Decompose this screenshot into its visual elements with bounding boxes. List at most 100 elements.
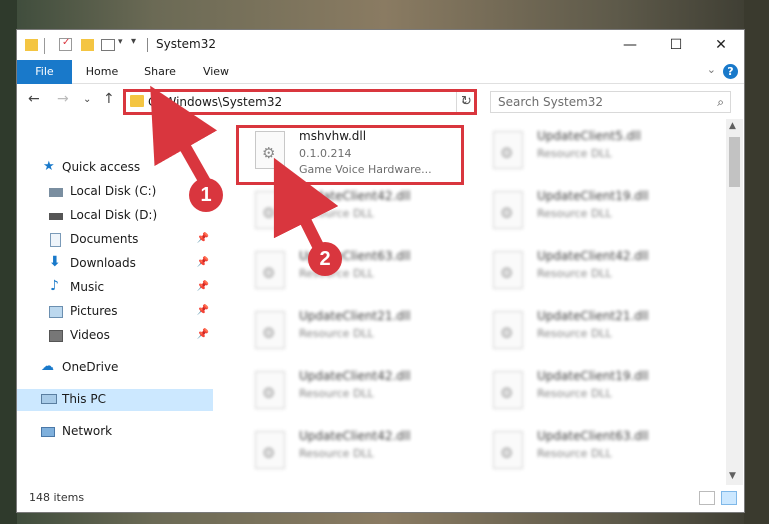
tab-share[interactable]: Share [135,60,185,84]
search-icon: ⌕ [717,95,724,109]
file-name: UpdateClient42.dll [299,369,411,383]
search-input[interactable]: Search System32 [498,95,603,109]
sidebar-item-label: Local Disk (C:) [70,184,157,198]
file-type: Resource DLL [299,387,374,400]
sidebar-item-label: This PC [62,392,106,406]
dll-file-icon: ⚙ [255,251,285,289]
sidebar-item-local-disk-d[interactable]: Local Disk (D:) [17,205,213,227]
sidebar-item-label: Downloads [70,256,136,270]
sidebar-item-label: Network [62,424,113,438]
tab-file[interactable]: File [17,60,72,84]
sidebar-item-network[interactable]: Network [17,421,213,443]
dll-file-icon: ⚙ [493,191,523,229]
gear-icon: ⚙ [500,264,514,282]
pin-icon: 📌 [196,257,209,268]
sidebar-item-pictures[interactable]: Pictures 📌 [17,301,213,323]
drive-icon [49,188,63,197]
file-name: UpdateClient21.dll [537,309,649,323]
list-item[interactable]: ⚙ UpdateClient19.dll Resource DLL [475,365,705,423]
file-name: UpdateClient42.dll [537,249,649,263]
tab-view[interactable]: View [191,60,241,84]
search-box[interactable]: Search System32 ⌕ [490,91,731,113]
title-bar: ✓ ▾ ▾ System32 — ☐ ✕ [17,30,744,60]
list-item[interactable]: ⚙ UpdateClient5.dll Resource DLL [475,125,705,183]
gear-icon: ⚙ [500,204,514,222]
properties-icon[interactable]: ✓ [59,37,72,51]
tab-home[interactable]: Home [77,60,127,84]
dll-file-icon: ⚙ [493,311,523,349]
back-icon[interactable]: ← [28,91,40,107]
dll-file-icon: ⚙ [255,311,285,349]
help-icon[interactable]: ? [723,64,738,79]
vertical-scrollbar[interactable]: ▲ ▼ [726,119,743,485]
status-bar: 148 items [17,485,744,512]
dll-file-icon: ⚙ [255,431,285,469]
list-item[interactable]: ⚙ UpdateClient42.dll Resource DLL [237,365,467,423]
dll-file-icon: ⚙ [255,371,285,409]
file-type: Resource DLL [537,267,612,280]
gear-icon: ⚙ [500,444,514,462]
file-type: Resource DLL [299,447,374,460]
file-type: Resource DLL [537,447,612,460]
quick-access-dropdown-icon[interactable]: ▾ [118,37,123,53]
list-item[interactable]: ⚙ UpdateClient42.dll Resource DLL [475,245,705,303]
scroll-up-icon[interactable]: ▲ [729,121,736,131]
forward-icon[interactable]: → [57,91,69,107]
star-icon: ★ [43,159,55,174]
dropdown-arrow-icon[interactable]: ▾ [131,36,136,52]
file-name: UpdateClient42.dll [299,429,411,443]
file-name: UpdateClient42.dll [299,189,411,203]
gear-icon: ⚙ [500,384,514,402]
maximize-button[interactable]: ☐ [653,30,699,60]
gear-icon: ⚙ [262,204,276,222]
sidebar-item-label: Quick access [62,160,141,174]
large-icons-view-icon[interactable] [721,491,737,505]
scrollbar-thumb[interactable] [729,137,740,187]
sidebar-item-videos[interactable]: Videos 📌 [17,325,213,347]
dll-file-icon: ⚙ [493,251,523,289]
list-item[interactable]: ⚙ UpdateClient19.dll Resource DLL [475,185,705,243]
step-2-badge: 2 [308,242,342,276]
desktop-background [0,0,17,524]
minimize-button[interactable]: — [607,30,653,60]
gear-icon: ⚙ [262,264,276,282]
list-item[interactable]: ⚙ UpdateClient63.dll Resource DLL [475,425,705,483]
step-1-badge: 1 [189,178,223,212]
scroll-down-icon[interactable]: ▼ [729,471,736,481]
recent-locations-icon[interactable]: ⌄ [83,94,91,105]
address-row: ← → ⌄ ↑ C:\Windows\System32 ⌄ ↻ Search S… [17,85,744,119]
file-type: Resource DLL [537,207,612,220]
dll-file-icon: ⚙ [255,191,285,229]
close-button[interactable]: ✕ [698,30,744,60]
customize-icon[interactable] [101,39,115,51]
sidebar-item-quick-access[interactable]: ★ Quick access [17,157,213,179]
list-item[interactable]: ⚙ UpdateClient21.dll Resource DLL [237,305,467,363]
sidebar-item-music[interactable]: ♪ Music 📌 [17,277,213,299]
expand-ribbon-icon[interactable]: ⌄ [707,63,716,76]
dll-file-icon: ⚙ [493,131,523,169]
sidebar-item-documents[interactable]: Documents 📌 [17,229,213,251]
sidebar-item-label: Pictures [70,304,118,318]
new-folder-icon[interactable] [81,39,94,51]
sidebar-item-downloads[interactable]: ⬇ Downloads 📌 [17,253,213,275]
window-title: System32 [156,37,217,51]
file-name: UpdateClient21.dll [299,309,411,323]
file-name: UpdateClient19.dll [537,189,649,203]
list-item[interactable]: ⚙ UpdateClient63.dll Resource DLL [237,245,467,303]
list-item[interactable]: ⚙ UpdateClient42.dll Resource DLL [237,185,467,243]
folder-icon [25,39,38,51]
list-item[interactable]: ⚙ UpdateClient21.dll Resource DLL [475,305,705,363]
sidebar-item-this-pc[interactable]: This PC [17,389,213,411]
cloud-icon: ☁ [41,359,54,374]
pin-icon: 📌 [196,281,209,292]
up-icon[interactable]: ↑ [103,91,115,107]
sidebar-item-local-disk-c[interactable]: Local Disk (C:) 📌 [17,181,213,203]
file-type: Resource DLL [537,147,612,160]
sidebar-item-onedrive[interactable]: ☁ OneDrive [17,357,213,379]
music-icon: ♪ [50,278,59,294]
download-icon: ⬇ [49,254,61,270]
pin-icon: 📌 [196,305,209,316]
explorer-window: ✓ ▾ ▾ System32 — ☐ ✕ File Home Share Vie… [17,30,744,512]
details-view-icon[interactable] [699,491,715,505]
list-item[interactable]: ⚙ UpdateClient42.dll Resource DLL [237,425,467,483]
